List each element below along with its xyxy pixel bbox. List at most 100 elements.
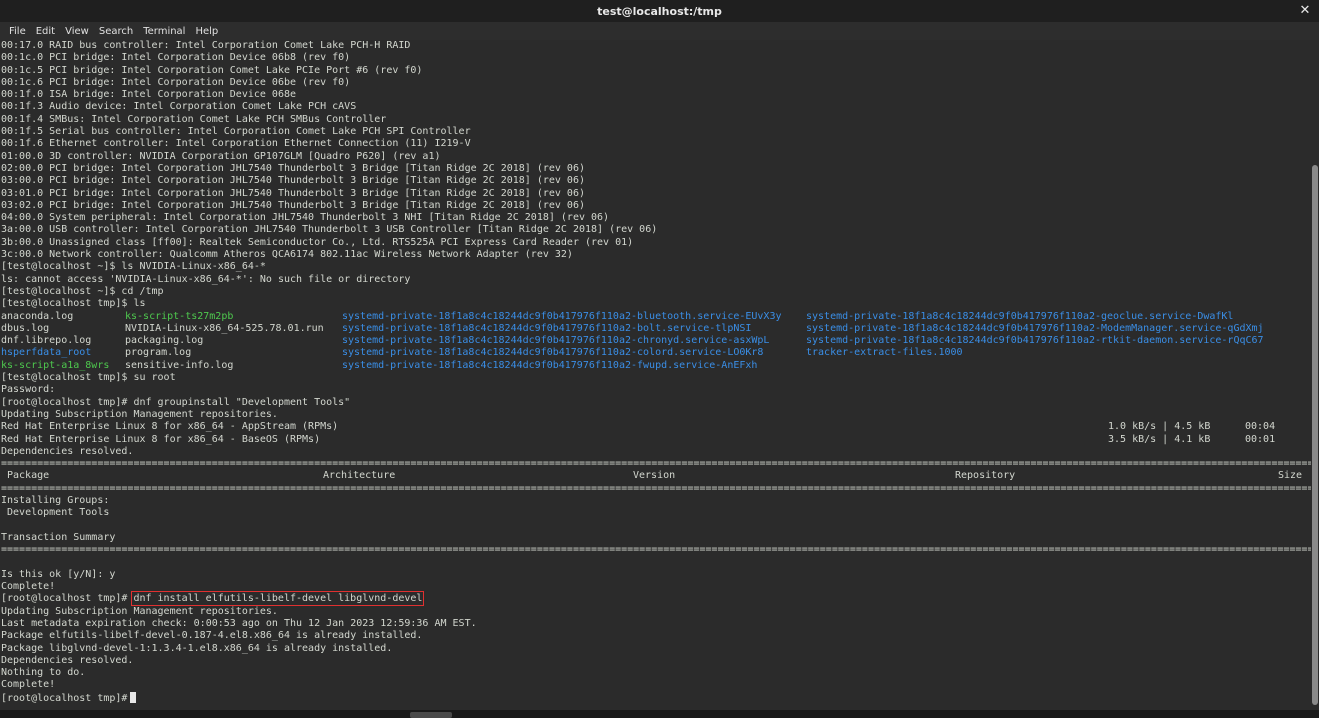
ls-entry: packaging.log	[125, 335, 204, 347]
header-version: Version	[633, 470, 676, 482]
text-cursor	[130, 691, 137, 703]
repo-name: Red Hat Enterprise Linux 8 for x86_64 - …	[1, 433, 321, 445]
repo-row: Red Hat Enterprise Linux 8 for x86_64 - …	[1, 421, 1311, 433]
close-icon[interactable]: ✕	[1297, 3, 1313, 19]
scrollbar-thumb[interactable]	[1312, 165, 1318, 705]
highlighted-command: dnf install elfutils-libelf-devel libglv…	[131, 591, 425, 607]
terminal-line: Installing Groups:	[1, 494, 110, 506]
terminal-line: Package libglvnd-devel-1:1.3.4-1.el8.x86…	[1, 642, 393, 654]
repo-speed: 1.0 kB/s | 4.5 kB	[1108, 421, 1211, 433]
ls-entry: dbus.log	[1, 322, 50, 334]
ls-entry: NVIDIA-Linux-x86_64-525.78.01.run	[125, 322, 324, 334]
separator-line: ========================================…	[1, 458, 1311, 470]
ls-entry: systemd-private-18f1a8c4c18244dc9f0b4179…	[806, 335, 1264, 347]
terminal-line: 01:00.0 3D controller: NVIDIA Corporatio…	[1, 150, 441, 162]
menu-bar: File Edit View Search Terminal Help	[0, 22, 1319, 40]
terminal-line: [test@localhost tmp]$ ls	[1, 298, 146, 310]
terminal-line: 04:00.0 System peripheral: Intel Corpora…	[1, 212, 610, 224]
ls-row: dbus.log NVIDIA-Linux-x86_64-525.78.01.ru…	[1, 323, 1311, 335]
terminal-line: Complete!	[1, 581, 56, 593]
terminal-line: 3c:00.0 Network controller: Qualcomm Ath…	[1, 249, 573, 261]
ls-entry	[806, 360, 1306, 372]
ls-entry: systemd-private-18f1a8c4c18244dc9f0b4179…	[342, 335, 770, 347]
terminal-line: [test@localhost ~]$ ls NVIDIA-Linux-x86_…	[1, 261, 266, 273]
terminal-line: 3b:00.0 Unassigned class [ff00]: Realtek…	[1, 236, 634, 248]
terminal-line: 00:1f.3 Audio device: Intel Corporation …	[1, 101, 357, 113]
terminal-line: [test@localhost ~]$ cd /tmp	[1, 285, 164, 297]
ls-entry: systemd-private-18f1a8c4c18244dc9f0b4179…	[342, 322, 752, 334]
header-repo: Repository	[955, 470, 1016, 482]
header-size: Size	[1278, 470, 1303, 482]
terminal-line: Updating Subscription Management reposit…	[1, 408, 278, 420]
ls-entry: hsperfdata_root	[1, 347, 92, 359]
separator-line: ========================================…	[1, 482, 1311, 494]
menu-terminal[interactable]: Terminal	[138, 26, 190, 37]
taskbar	[0, 710, 1319, 718]
terminal-line: Dependencies resolved.	[1, 654, 134, 666]
terminal-line: 00:1c.0 PCI bridge: Intel Corporation De…	[1, 52, 351, 64]
terminal-line: Nothing to do.	[1, 667, 86, 679]
repo-time: 00:04	[1245, 421, 1276, 433]
ls-entry: ks-script-ts27m2pb	[125, 310, 234, 322]
header-arch: Architecture	[323, 470, 396, 482]
repo-time: 00:01	[1245, 433, 1276, 445]
window-title: test@localhost:/tmp	[597, 4, 722, 18]
menu-view[interactable]: View	[60, 26, 94, 37]
terminal-line: 03:02.0 PCI bridge: Intel Corporation JH…	[1, 199, 585, 211]
terminal-line: [root@localhost tmp]# dnf groupinstall "…	[1, 396, 351, 408]
ls-entry: program.log	[125, 347, 192, 359]
terminal-line: 03:01.0 PCI bridge: Intel Corporation JH…	[1, 187, 585, 199]
terminal-line: 00:1c.6 PCI bridge: Intel Corporation De…	[1, 76, 351, 88]
terminal-line: 00:1f.6 Ethernet controller: Intel Corpo…	[1, 138, 471, 150]
terminal-line: 00:17.0 RAID bus controller: Intel Corpo…	[1, 40, 411, 51]
terminal-line: 00:1c.5 PCI bridge: Intel Corporation Co…	[1, 64, 423, 76]
header-package: Package	[7, 470, 50, 482]
taskbar-handle[interactable]	[410, 712, 452, 718]
terminal-line: 00:1f.5 Serial bus controller: Intel Cor…	[1, 126, 471, 138]
ls-entry: systemd-private-18f1a8c4c18244dc9f0b4179…	[806, 310, 1234, 322]
final-prompt-line[interactable]: [root@localhost tmp]#	[1, 691, 1311, 704]
terminal-line: [test@localhost tmp]$ su root	[1, 372, 176, 384]
ls-entry: dnf.librepo.log	[1, 335, 92, 347]
terminal-line: 00:1f.4 SMBus: Intel Corporation Comet L…	[1, 113, 387, 125]
window-titlebar[interactable]: test@localhost:/tmp ✕	[0, 0, 1319, 22]
ls-entry: sensitive-info.log	[125, 359, 234, 371]
transaction-table-header: Package Architecture Version Repository Size	[1, 470, 1311, 482]
repo-speed: 3.5 kB/s | 4.1 kB	[1108, 433, 1211, 445]
menu-help[interactable]: Help	[190, 26, 223, 37]
shell-prompt: [root@localhost tmp]#	[1, 692, 128, 704]
ls-entry: systemd-private-18f1a8c4c18244dc9f0b4179…	[342, 359, 758, 371]
terminal-line: Development Tools	[1, 507, 110, 519]
ls-row: dnf.librepo.log packaging.log systemd-priv…	[1, 335, 1311, 347]
repo-row: Red Hat Enterprise Linux 8 for x86_64 - …	[1, 434, 1311, 446]
terminal-line: 03:00.0 PCI bridge: Intel Corporation JH…	[1, 175, 585, 187]
menu-file[interactable]: File	[4, 26, 31, 37]
menu-edit[interactable]: Edit	[31, 26, 60, 37]
terminal-line: Last metadata expiration check: 0:00:53 …	[1, 617, 477, 629]
ls-row: hsperfdata_root program.log systemd-privat…	[1, 347, 1311, 359]
terminal-line: Package elfutils-libelf-devel-0.187-4.el…	[1, 630, 423, 642]
shell-prompt: [root@localhost tmp]#	[1, 593, 128, 605]
ls-entry: systemd-private-18f1a8c4c18244dc9f0b4179…	[342, 310, 782, 322]
ls-entry: ks-script-a1a_8wrs	[1, 359, 110, 371]
terminal-line: Dependencies resolved.	[1, 445, 134, 457]
highlighted-command-line: [root@localhost tmp]# dnf install elfutil…	[1, 591, 1311, 607]
separator-line: ========================================…	[1, 544, 1311, 556]
repo-name: Red Hat Enterprise Linux 8 for x86_64 - …	[1, 421, 339, 433]
terminal-output[interactable]: 00:17.0 RAID bus controller: Intel Corpo…	[0, 40, 1311, 710]
menu-search[interactable]: Search	[94, 26, 138, 37]
terminal-line: Transaction Summary	[1, 531, 116, 543]
terminal-line: ls: cannot access 'NVIDIA-Linux-x86_64-*…	[1, 273, 411, 285]
terminal-line: Password:	[1, 384, 56, 396]
terminal-line: Updating Subscription Management reposit…	[1, 605, 278, 617]
terminal-line: Is this ok [y/N]: y	[1, 568, 116, 580]
ls-entry: systemd-private-18f1a8c4c18244dc9f0b4179…	[806, 322, 1264, 334]
ls-row: anaconda.log ks-script-ts27m2pb systemd-pr…	[1, 311, 1311, 323]
ls-entry: anaconda.log	[1, 310, 74, 322]
terminal-line: Complete!	[1, 679, 56, 691]
terminal-line: 00:1f.0 ISA bridge: Intel Corporation De…	[1, 89, 297, 101]
ls-row: ks-script-a1a_8wrs sensitive-info.log syst…	[1, 360, 1311, 372]
terminal-line: 02:00.0 PCI bridge: Intel Corporation JH…	[1, 162, 585, 174]
ls-entry: systemd-private-18f1a8c4c18244dc9f0b4179…	[342, 347, 764, 359]
